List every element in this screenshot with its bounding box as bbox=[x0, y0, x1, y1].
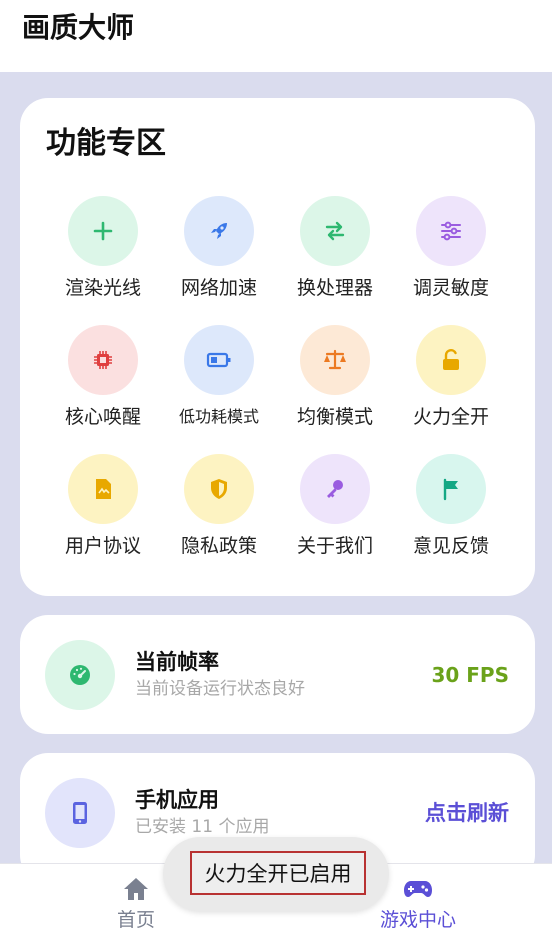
feature-balanced-mode[interactable]: 均衡模式 bbox=[277, 325, 393, 435]
key-icon bbox=[300, 454, 370, 524]
feature-label: 渲染光线 bbox=[64, 277, 141, 299]
apps-title: 手机应用 bbox=[135, 788, 219, 812]
top-app-bar: 画质大师 bbox=[0, 0, 552, 72]
scale-icon bbox=[300, 325, 370, 395]
feature-label: 用户协议 bbox=[64, 535, 141, 557]
feature-label: 网络加速 bbox=[180, 277, 257, 299]
nav-game-center-label: 游戏中心 bbox=[379, 909, 456, 931]
feature-label: 火力全开 bbox=[412, 406, 489, 428]
shield-icon bbox=[184, 454, 254, 524]
rocket-icon bbox=[184, 196, 254, 266]
features-card: 功能专区 渲染光线 网络加速 换处理器 调灵敏度 核心唤醒 低功耗模式 均衡模式… bbox=[20, 98, 535, 596]
feature-label: 隐私政策 bbox=[180, 535, 257, 557]
swap-arrows-icon bbox=[300, 196, 370, 266]
feature-label: 关于我们 bbox=[296, 535, 373, 557]
toast-message: 火力全开已启用 bbox=[190, 851, 366, 895]
app-title: 画质大师 bbox=[22, 11, 135, 44]
feature-core-wake[interactable]: 核心唤醒 bbox=[45, 325, 161, 435]
feature-user-agreement[interactable]: 用户协议 bbox=[45, 454, 161, 564]
gamepad-icon bbox=[403, 876, 433, 904]
cpu-chip-icon bbox=[68, 325, 138, 395]
fps-card: 当前帧率 当前设备运行状态良好 30 FPS bbox=[20, 615, 535, 734]
fps-subtitle: 当前设备运行状态良好 bbox=[135, 679, 305, 699]
features-section-title: 功能专区 bbox=[46, 126, 166, 161]
feature-privacy-policy[interactable]: 隐私政策 bbox=[161, 454, 277, 564]
home-icon bbox=[122, 876, 150, 906]
fps-value: 30 FPS bbox=[431, 663, 509, 687]
speedometer-icon bbox=[45, 640, 115, 710]
unlock-icon bbox=[416, 325, 486, 395]
feature-about-us[interactable]: 关于我们 bbox=[277, 454, 393, 564]
feature-feedback[interactable]: 意见反馈 bbox=[393, 454, 509, 564]
feature-render-light[interactable]: 渲染光线 bbox=[45, 196, 161, 306]
fps-title: 当前帧率 bbox=[135, 650, 219, 674]
apps-subtitle: 已安装 11 个应用 bbox=[135, 817, 270, 837]
flag-icon bbox=[416, 454, 486, 524]
document-icon bbox=[68, 454, 138, 524]
phone-icon bbox=[45, 778, 115, 848]
plus-icon bbox=[68, 196, 138, 266]
feature-network-boost[interactable]: 网络加速 bbox=[161, 196, 277, 306]
nav-home-label: 首页 bbox=[116, 909, 155, 931]
feature-adjust-sensitivity[interactable]: 调灵敏度 bbox=[393, 196, 509, 306]
feature-label: 核心唤醒 bbox=[64, 406, 141, 428]
feature-full-power[interactable]: 火力全开 bbox=[393, 325, 509, 435]
sliders-icon bbox=[416, 196, 486, 266]
battery-icon bbox=[184, 325, 254, 395]
refresh-button[interactable]: 点击刷新 bbox=[425, 800, 509, 826]
feature-label: 意见反馈 bbox=[412, 535, 489, 557]
feature-label: 换处理器 bbox=[296, 277, 373, 299]
feature-switch-processor[interactable]: 换处理器 bbox=[277, 196, 393, 306]
feature-label: 调灵敏度 bbox=[412, 277, 489, 299]
feature-label: 均衡模式 bbox=[296, 406, 373, 428]
feature-low-power-mode[interactable]: 低功耗模式 bbox=[161, 325, 277, 435]
feature-label: 低功耗模式 bbox=[178, 407, 259, 426]
toast: 火力全开已启用 bbox=[163, 837, 389, 911]
